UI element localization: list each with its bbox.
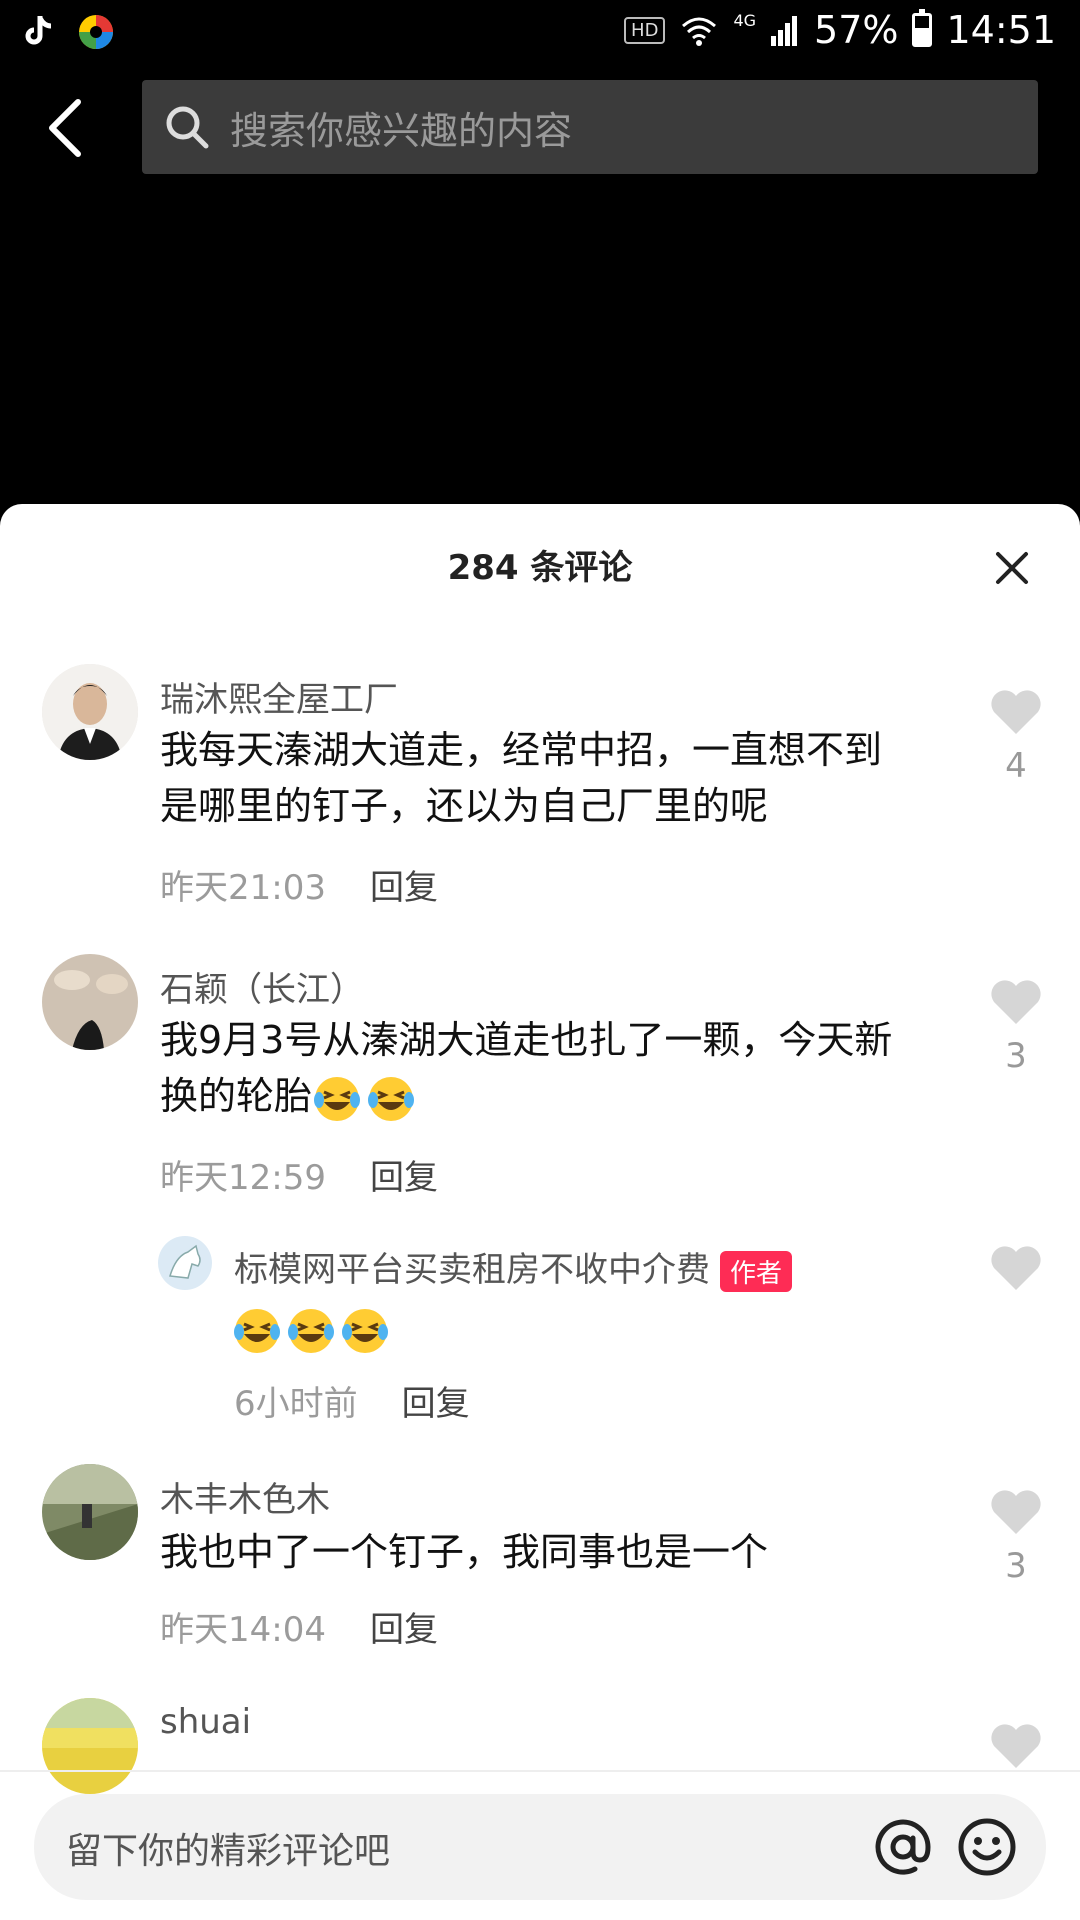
comment-meta: 6小时前 回复 bbox=[234, 1376, 470, 1425]
status-bar: HD 4G 57% 14:51 bbox=[0, 0, 1080, 64]
avatar[interactable] bbox=[42, 954, 138, 1050]
search-placeholder: 搜索你感兴趣的内容 bbox=[230, 108, 573, 153]
clock: 14:51 bbox=[946, 8, 1056, 52]
battery-percent: 57% bbox=[814, 8, 899, 52]
like-count: 4 bbox=[1005, 746, 1027, 786]
like-button[interactable] bbox=[986, 1244, 1046, 1302]
emoji-picker-icon[interactable] bbox=[954, 1814, 1020, 1880]
comment-username[interactable]: 标模网平台买卖租房不收中介费 bbox=[234, 1250, 710, 1290]
network-type: 4G bbox=[733, 10, 757, 30]
comment-username[interactable]: 石颖（长江） bbox=[160, 962, 364, 1011]
comment-text-line: 我也中了一个钉子，我同事也是一个 bbox=[160, 1530, 769, 1574]
comment-text-line: 我9月3号从溱湖大道走也扎了一颗，今天新 bbox=[160, 1018, 893, 1062]
input-divider bbox=[0, 1770, 1080, 1772]
like-button[interactable]: 3 bbox=[986, 1488, 1046, 1586]
comment-meta: 昨天12:59 回复 bbox=[160, 1150, 438, 1199]
avatar[interactable] bbox=[158, 1236, 212, 1290]
avatar-horse-icon bbox=[158, 1236, 212, 1290]
hd-badge: HD bbox=[624, 16, 666, 44]
signal-icon bbox=[771, 16, 798, 46]
comment-input-placeholder: 留下你的精彩评论吧 bbox=[66, 1831, 391, 1872]
avatar[interactable] bbox=[42, 1464, 138, 1560]
comment-meta: 昨天14:04 回复 bbox=[160, 1602, 438, 1651]
status-right: HD 4G 57% 14:51 bbox=[624, 8, 1056, 52]
reply-button[interactable]: 回复 bbox=[402, 1376, 470, 1425]
mention-at-icon[interactable] bbox=[870, 1814, 936, 1880]
comments-count-title: 284 条评论 bbox=[447, 548, 633, 588]
comment-username[interactable]: 瑞沐熙全屋工厂 bbox=[160, 672, 398, 721]
like-button[interactable]: 4 bbox=[986, 688, 1046, 786]
app-logo-icon bbox=[79, 15, 113, 49]
heart-icon bbox=[991, 1246, 1041, 1290]
reply-item: 标模网平台买卖租房不收中介费 作者 6小时前 回复 bbox=[0, 1232, 1080, 1432]
avatar-photo-icon bbox=[42, 1698, 138, 1794]
comment-time: 昨天14:04 bbox=[160, 1610, 326, 1650]
laughing-tears-emoji-icon bbox=[288, 1308, 334, 1353]
status-left bbox=[24, 12, 116, 52]
comment-input[interactable]: 留下你的精彩评论吧 bbox=[34, 1794, 1046, 1900]
comment-text-line: 是哪里的钉子，还以为自己厂里的呢 bbox=[160, 784, 769, 828]
laughing-tears-emoji-icon bbox=[342, 1308, 388, 1353]
author-tag: 作者 bbox=[720, 1251, 793, 1292]
comment-meta: 昨天21:03 回复 bbox=[160, 860, 438, 909]
heart-icon bbox=[991, 690, 1041, 734]
search-icon bbox=[166, 106, 209, 149]
avatar[interactable] bbox=[42, 1698, 138, 1794]
laughing-tears-emoji-icon bbox=[234, 1308, 280, 1353]
reply-username-row: 标模网平台买卖租房不收中介费 作者 bbox=[234, 1242, 793, 1292]
avatar[interactable] bbox=[42, 664, 138, 760]
search-input[interactable]: 搜索你感兴趣的内容 bbox=[142, 80, 1038, 174]
laughing-tears-emoji-icon bbox=[368, 1076, 415, 1121]
comment-time: 昨天21:03 bbox=[160, 868, 326, 908]
heart-icon bbox=[991, 1490, 1041, 1534]
comments-sheet: 284 条评论 瑞沐熙全屋工厂 我每天溱湖大道走，经常中招，一直想不到 是哪里的… bbox=[0, 504, 1080, 1920]
avatar-portrait-icon bbox=[42, 664, 138, 760]
close-icon[interactable] bbox=[992, 548, 1032, 588]
comment-text-line: 我每天溱湖大道走，经常中招，一直想不到 bbox=[160, 728, 883, 772]
comment-time: 6小时前 bbox=[234, 1384, 358, 1424]
tiktok-icon bbox=[25, 16, 52, 45]
comment-text-segment: 换的轮胎 bbox=[160, 1074, 313, 1118]
reply-emoji-row bbox=[232, 1300, 394, 1356]
like-count: 3 bbox=[1005, 1036, 1027, 1076]
comment-time: 昨天12:59 bbox=[160, 1158, 326, 1198]
like-button[interactable]: 3 bbox=[986, 978, 1046, 1076]
wifi-icon bbox=[682, 17, 717, 46]
like-count: 3 bbox=[1005, 1546, 1027, 1586]
laughing-tears-emoji-icon bbox=[314, 1076, 361, 1121]
back-arrow-icon[interactable] bbox=[40, 96, 96, 160]
comment-username[interactable]: 木丰木色木 bbox=[160, 1472, 330, 1521]
comment-item: 石颖（长江） 我9月3号从溱湖大道走也扎了一颗，今天新 换的轮胎 昨天12:59… bbox=[0, 954, 1080, 1214]
battery-fill bbox=[915, 28, 930, 44]
heart-icon bbox=[991, 980, 1041, 1024]
comment-item: shuai bbox=[0, 1698, 1080, 1808]
comment-text-line-with-emoji: 换的轮胎 bbox=[160, 1068, 420, 1124]
reply-button[interactable]: 回复 bbox=[370, 1602, 438, 1651]
avatar-photo-icon bbox=[42, 1464, 138, 1560]
reply-button[interactable]: 回复 bbox=[370, 1150, 438, 1199]
comment-username[interactable]: shuai bbox=[160, 1702, 251, 1742]
comment-item: 木丰木色木 我也中了一个钉子，我同事也是一个 昨天14:04 回复 3 bbox=[0, 1464, 1080, 1664]
reply-button[interactable]: 回复 bbox=[370, 860, 438, 909]
screen: HD 4G 57% 14:51 搜索你感兴趣的内容 284 条评论 瑞沐熙全屋工… bbox=[0, 0, 1080, 1920]
avatar-photo-icon bbox=[42, 954, 138, 1050]
heart-icon bbox=[991, 1724, 1041, 1768]
battery-icon bbox=[912, 9, 933, 47]
comment-item: 瑞沐熙全屋工厂 我每天溱湖大道走，经常中招，一直想不到 是哪里的钉子，还以为自己… bbox=[0, 664, 1080, 924]
